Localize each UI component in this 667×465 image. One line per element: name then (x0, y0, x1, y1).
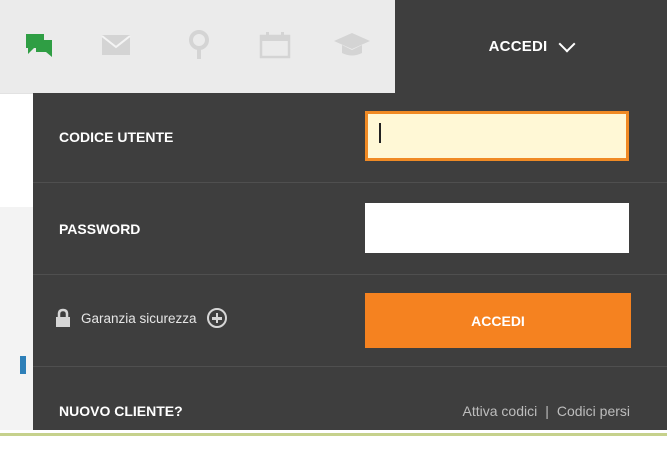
divider (33, 182, 667, 183)
chat-icon[interactable] (24, 25, 54, 65)
plus-circle-icon[interactable] (206, 308, 227, 328)
user-code-field-wrap (365, 111, 629, 161)
login-submit-label: ACCEDI (471, 312, 525, 329)
new-client-label: NUOVO CLIENTE? (59, 403, 183, 419)
lost-codes-link[interactable]: Codici persi (557, 403, 630, 419)
mail-icon[interactable] (100, 25, 132, 65)
login-toggle-button[interactable]: ACCEDI (395, 0, 667, 93)
lock-icon (56, 308, 70, 327)
password-label: PASSWORD (59, 221, 141, 237)
user-code-input[interactable] (365, 111, 629, 161)
graduation-cap-icon[interactable] (332, 25, 372, 65)
security-label: Garanzia sicurezza (81, 310, 197, 326)
text-caret (379, 123, 381, 143)
login-panel: CODICE UTENTE PASSWORD Garanzia sicurezz… (33, 93, 667, 430)
calendar-icon[interactable] (258, 25, 292, 65)
divider (0, 433, 667, 436)
user-code-label: CODICE UTENTE (59, 129, 174, 145)
login-submit-button[interactable]: ACCEDI (365, 293, 631, 348)
location-pin-icon[interactable] (186, 25, 212, 65)
activate-codes-link[interactable]: Attiva codici (463, 403, 538, 419)
divider (33, 274, 667, 275)
account-links: Attiva codici | Codici persi (463, 403, 630, 419)
link-separator: | (545, 403, 549, 419)
chevron-down-icon (558, 35, 576, 52)
divider (33, 366, 667, 367)
login-toggle-label: ACCEDI (488, 38, 548, 55)
security-guarantee[interactable]: Garanzia sicurezza (55, 308, 227, 328)
background-page-fragment (20, 356, 26, 374)
password-input[interactable] (365, 203, 629, 253)
